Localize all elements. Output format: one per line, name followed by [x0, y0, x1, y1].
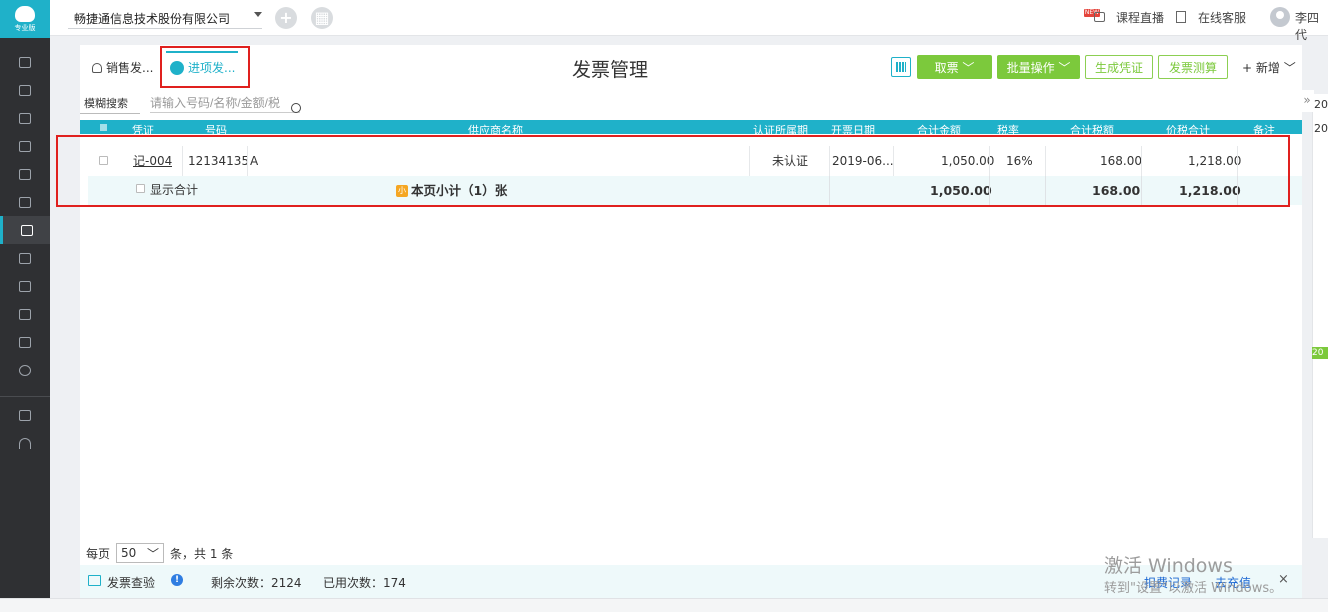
search-mode-underline [80, 113, 140, 114]
video-icon [19, 409, 31, 421]
add-button[interactable]: + 新增 ﹀ [1242, 59, 1296, 76]
search-input[interactable] [150, 93, 300, 113]
avatar[interactable] [1270, 7, 1290, 27]
online-service-link[interactable]: 在线客服 [1198, 9, 1246, 26]
gear-icon [19, 364, 31, 376]
annotation-box-rows [56, 135, 1290, 207]
apps-grid-button[interactable]: ▦ [311, 7, 333, 29]
windows-watermark-title: 激活 Windows [1104, 555, 1233, 577]
pagination: 每页 50 ﹀ 条，共 1 条 [86, 543, 233, 563]
invoice-check-label[interactable]: 发票查验 [107, 574, 155, 591]
sidebar-item-assets[interactable] [0, 244, 50, 272]
search-mode-select[interactable]: 模糊搜索 [84, 95, 128, 111]
expand-panel-button[interactable]: » [1300, 90, 1314, 112]
button-label: 取票 [934, 60, 959, 75]
col-supplier[interactable]: 供应商名称 [468, 122, 523, 134]
chevron-down-icon[interactable] [254, 12, 262, 17]
windows-watermark-text: 转到"设置"以激活 Windows。 [1104, 581, 1283, 596]
table-header: 凭证 号码 供应商名称 认证所属期 开票日期 合计金额 税率 合计税额 价税合计… [80, 120, 1302, 134]
course-live-link[interactable]: 课程直播 [1116, 9, 1164, 26]
page-title: 发票管理 [572, 59, 649, 81]
tv-icon [1094, 12, 1105, 22]
col-total[interactable]: 价税合计 [1166, 122, 1210, 134]
pager-summary: 条，共 1 条 [170, 546, 234, 561]
calendar-icon [19, 168, 31, 180]
main-panel: 销售发... 进项发... 发票管理 取票 ﹀ 批量操作 ﹀ 生成凭证 发票测算… [56, 45, 1302, 598]
sidebar-divider [0, 396, 50, 397]
per-page-label: 每页 [86, 546, 111, 561]
col-tax[interactable]: 合计税额 [1070, 122, 1114, 134]
company-select[interactable]: 畅捷通信息技术股份有限公司 [74, 10, 230, 27]
sidebar-item-report[interactable] [0, 104, 50, 132]
button-label: 批量操作 [1006, 60, 1055, 75]
right-panel-badge: 20 [1312, 347, 1328, 359]
tab-sales-invoice[interactable]: 销售发... [92, 59, 153, 76]
right-panel-text: 20 [1314, 122, 1328, 135]
page-size-select[interactable]: 50 ﹀ [116, 543, 165, 563]
user-name[interactable]: 李四代 [1295, 9, 1328, 43]
col-date[interactable]: 开票日期 [831, 122, 875, 134]
col-voucher[interactable]: 凭证 [132, 122, 154, 134]
service-icon [1176, 11, 1186, 23]
sidebar-item-document[interactable] [0, 188, 50, 216]
page-size-value: 50 [121, 546, 137, 560]
bottom-bar [0, 598, 1328, 612]
voucher-icon [19, 84, 31, 96]
qr-scan-button[interactable] [891, 57, 911, 77]
generate-voucher-button[interactable]: 生成凭证 [1085, 55, 1153, 79]
ledger-icon [19, 140, 31, 152]
chevron-down-icon: ﹀ [147, 546, 160, 561]
company-underline [68, 28, 262, 29]
sidebar-item-ledger[interactable] [0, 132, 50, 160]
add-company-button[interactable]: + [275, 7, 297, 29]
search-icon[interactable] [291, 103, 301, 113]
invoice-calc-button[interactable]: 发票测算 [1158, 55, 1228, 79]
right-panel-text: 20 [1314, 98, 1328, 111]
col-amount[interactable]: 合计金额 [917, 122, 961, 134]
add-label: + 新增 [1242, 61, 1280, 75]
col-cert-period[interactable]: 认证所属期 [753, 122, 808, 134]
cloud-icon [15, 6, 35, 22]
logo-text: 专业版 [14, 24, 36, 32]
sidebar-item-check[interactable] [0, 328, 50, 356]
used-count: 已用次数：174 [323, 576, 406, 590]
select-all-checkbox[interactable] [100, 124, 107, 131]
sidebar-item-dashboard[interactable] [0, 48, 50, 76]
sidebar-item-cash[interactable] [0, 272, 50, 300]
col-note[interactable]: 备注 [1253, 122, 1275, 134]
annotation-box-tab [160, 46, 250, 88]
tax-icon [19, 308, 31, 320]
info-icon[interactable]: ! [171, 574, 183, 586]
batch-operation-button[interactable]: 批量操作 ﹀ [997, 55, 1080, 79]
sidebar-item-speed[interactable] [0, 429, 50, 457]
cash-icon [19, 280, 31, 292]
chart-icon [19, 112, 31, 124]
invoice-icon [20, 224, 33, 236]
sidebar-item-tax[interactable] [0, 300, 50, 328]
assets-icon [19, 252, 31, 264]
sidebar-item-settings[interactable] [0, 356, 50, 384]
dashboard-icon [19, 56, 31, 68]
speed-icon [19, 437, 31, 449]
sidebar-item-calendar[interactable] [0, 160, 50, 188]
document-icon [19, 196, 31, 208]
col-rate[interactable]: 税率 [997, 122, 1019, 134]
tab-label: 销售发... [106, 61, 154, 75]
sidebar-item-invoice[interactable] [0, 216, 50, 244]
left-sidebar: 专业版 [0, 0, 50, 612]
invoice-check-icon [88, 575, 101, 586]
col-number[interactable]: 号码 [205, 122, 227, 134]
sidebar-item-voucher[interactable] [0, 76, 50, 104]
app-logo[interactable]: 专业版 [0, 0, 50, 38]
right-side-panel [1312, 94, 1328, 538]
top-bar: 畅捷通信息技术股份有限公司 + ▦ NEW 课程直播 在线客服 李四代 [50, 0, 1328, 42]
check-icon [19, 336, 31, 348]
sidebar-item-video[interactable] [0, 401, 50, 429]
headset-icon [92, 62, 102, 73]
remaining-count: 剩余次数：2124 [211, 576, 302, 590]
take-invoice-button[interactable]: 取票 ﹀ [917, 55, 992, 79]
